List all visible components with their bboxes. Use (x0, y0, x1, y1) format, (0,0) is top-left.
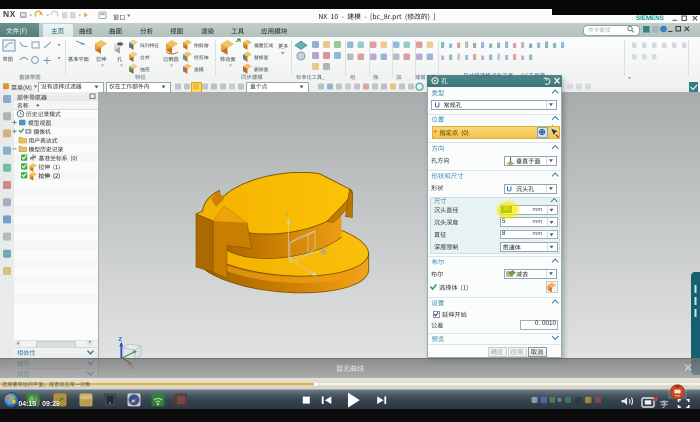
svg-text:04:15 / 09:29: 04:15 / 09:29 (18, 401, 60, 408)
